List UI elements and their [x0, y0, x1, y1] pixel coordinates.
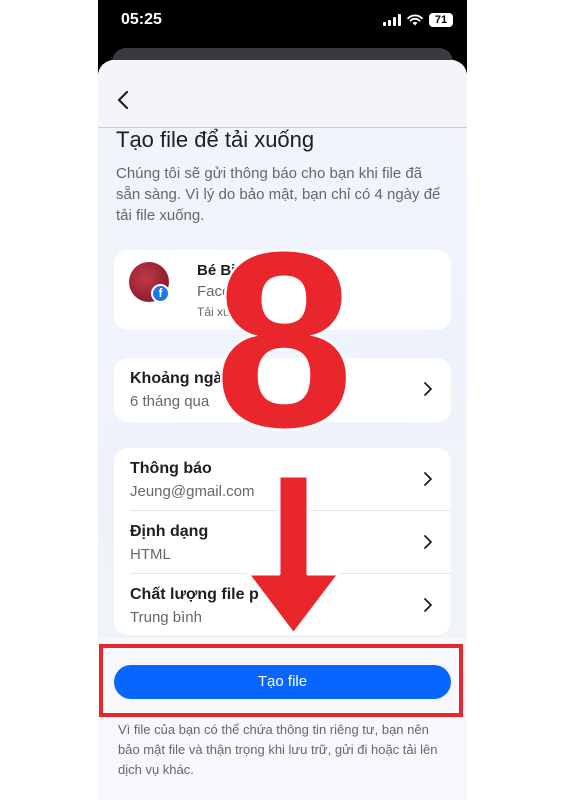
privacy-note: Vì file của bạn có thể chứa thông tin ri…	[118, 722, 438, 777]
chevron-right-icon	[424, 535, 432, 549]
chevron-right-icon	[424, 382, 432, 396]
date-range-label: Khoảng ngà	[130, 370, 223, 387]
chevron-right-icon	[424, 598, 432, 612]
notification-value: Jeung@gmail.com	[130, 483, 255, 500]
page-title: Tạo file để tải xuống	[116, 127, 315, 152]
wifi-icon	[407, 14, 423, 26]
status-bar: 05:25 71	[98, 0, 467, 44]
notification-label: Thông báo	[130, 460, 212, 477]
step-number-annotation: 8	[217, 246, 352, 436]
svg-text:8: 8	[217, 246, 352, 436]
sheet-header	[98, 60, 467, 128]
down-arrow-annotation	[246, 476, 341, 636]
back-button[interactable]	[112, 88, 136, 112]
format-label: Định dạng	[130, 523, 209, 540]
status-icons: 71	[383, 13, 453, 27]
page-description: Chúng tôi sẽ gửi thông báo cho bạn khi f…	[116, 165, 441, 224]
battery-icon: 71	[429, 13, 453, 27]
status-time: 05:25	[121, 11, 162, 28]
facebook-icon: f	[151, 284, 170, 303]
date-range-value: 6 tháng qua	[130, 393, 210, 410]
signal-icon	[383, 14, 401, 26]
media-quality-value: Trung bình	[130, 609, 202, 626]
format-value: HTML	[130, 546, 171, 563]
chevron-left-icon	[117, 90, 129, 110]
highlight-box	[99, 644, 463, 717]
chevron-right-icon	[424, 472, 432, 486]
